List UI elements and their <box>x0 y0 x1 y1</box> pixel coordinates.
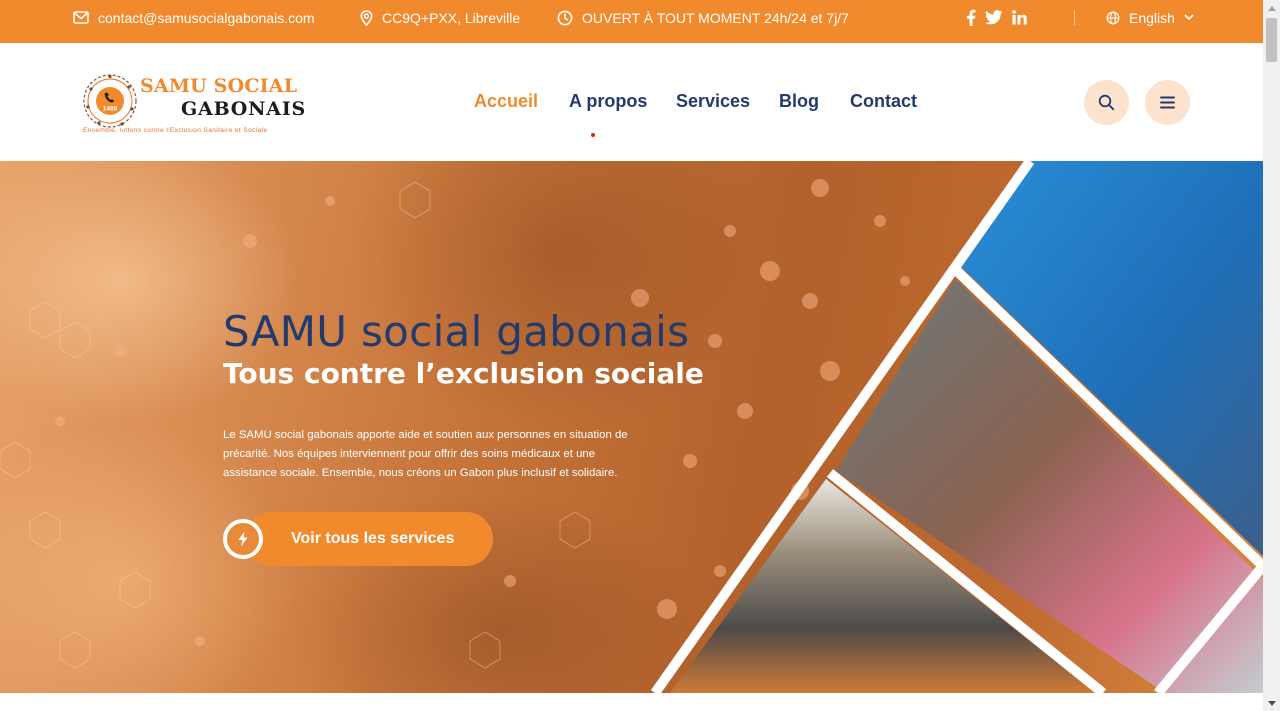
nav-accueil[interactable]: Accueil <box>474 91 538 112</box>
menu-button[interactable] <box>1145 80 1190 125</box>
active-indicator-dot <box>591 133 595 137</box>
topbar-hours: OUVERT À TOUT MOMENT 24h/24 et 7j/7 <box>557 0 849 35</box>
search-icon <box>1098 94 1115 111</box>
services-cta[interactable]: Voir tous les services <box>223 512 493 566</box>
envelope-icon <box>73 11 89 24</box>
nav-services[interactable]: Services <box>676 91 750 112</box>
search-button[interactable] <box>1084 80 1129 125</box>
logo-title-line1: SAMU SOCIAL <box>140 75 298 97</box>
topbar-address: CC9Q+PXX, Libreville <box>360 0 520 35</box>
clock-icon <box>557 10 573 25</box>
logo-title-line2: GABONAIS <box>181 98 307 120</box>
cta-icon-ring[interactable] <box>223 519 263 559</box>
topbar-divider <box>1074 10 1075 25</box>
topbar-address-text: CC9Q+PXX, Libreville <box>382 9 521 26</box>
nav-a-propos[interactable]: A propos <box>569 91 647 112</box>
language-selector[interactable]: English <box>1106 0 1194 35</box>
main-header: 1488 SAMU SOCIAL GABONAIS Ensemble, lutt… <box>0 43 1263 161</box>
topbar-email[interactable]: contact@samusocialgabonais.com <box>73 0 315 35</box>
facebook-icon[interactable] <box>966 9 976 26</box>
hamburger-icon <box>1160 96 1175 109</box>
site-logo[interactable]: 1488 SAMU SOCIAL GABONAIS Ensemble, lutt… <box>82 71 305 141</box>
top-bar: contact@samusocialgabonais.com CC9Q+PXX,… <box>0 0 1263 43</box>
globe-icon <box>1106 11 1120 24</box>
logo-emblem-icon: 1488 <box>83 74 137 128</box>
triangle-up-icon <box>1267 5 1276 11</box>
services-cta-button[interactable]: Voir tous les services <box>245 512 493 566</box>
hex-network <box>0 181 591 669</box>
scroll-up-arrow[interactable] <box>1263 0 1280 16</box>
lightning-bolt-icon <box>238 531 248 547</box>
scroll-thumb[interactable] <box>1266 18 1277 62</box>
logo-number: 1488 <box>103 106 118 113</box>
hero-subtitle: Tous contre l’exclusion sociale <box>223 357 704 390</box>
chevron-down-icon <box>1184 14 1194 21</box>
services-cta-label[interactable]: Voir tous les services <box>291 530 454 548</box>
logo-tagline: Ensemble, luttons contre l'Exclusion San… <box>83 127 268 134</box>
map-pin-icon <box>360 9 373 26</box>
language-label[interactable]: English <box>1129 10 1175 26</box>
hero-description: Le SAMU social gabonais apporte aide et … <box>223 429 628 479</box>
social-links <box>966 0 1027 35</box>
topbar-email-text[interactable]: contact@samusocialgabonais.com <box>98 10 315 26</box>
twitter-icon[interactable] <box>985 10 1003 25</box>
nav-blog[interactable]: Blog <box>779 91 819 112</box>
nav-contact[interactable]: Contact <box>850 91 917 112</box>
linkedin-icon[interactable] <box>1012 10 1027 25</box>
topbar-hours-text: OUVERT À TOUT MOMENT 24h/24 et 7j/7 <box>582 9 849 26</box>
hero-section: SAMU social gabonais Tous contre l’exclu… <box>0 161 1263 693</box>
scroll-down-arrow[interactable] <box>1263 695 1280 711</box>
triangle-down-icon <box>1267 700 1276 706</box>
page-scrollbar[interactable] <box>1263 0 1280 711</box>
hero-title: SAMU social gabonais <box>223 307 690 356</box>
